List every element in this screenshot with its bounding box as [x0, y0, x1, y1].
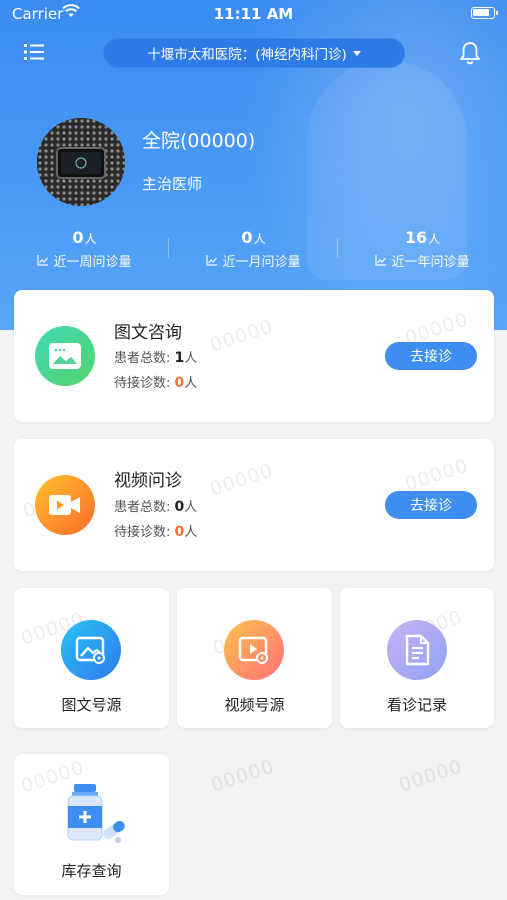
watermark: 00000 [207, 315, 277, 357]
video-source-icon [224, 620, 284, 680]
service-title: 图文咨询 [114, 323, 182, 343]
trend-icon [375, 255, 387, 266]
total-unit: 人 [184, 351, 198, 366]
stat-value: 0 [241, 228, 253, 247]
stat-unit: 人 [253, 232, 266, 246]
battery-icon [471, 7, 498, 19]
stat-month: 0人 近一月问诊量 [169, 228, 338, 270]
stat-week: 0人 近一周问诊量 [0, 228, 169, 270]
menu-icon[interactable] [24, 42, 46, 62]
doctor-name: 全院(00000) [142, 130, 256, 152]
pending-label: 待接诊数: [114, 525, 175, 540]
tile-inventory[interactable]: 00000 库存查询 [14, 754, 169, 895]
service-title: 视频问诊 [114, 471, 182, 491]
tile-label: 视频号源 [224, 696, 285, 714]
pending-value: 0 [174, 375, 185, 391]
stat-year: 16人 近一年问诊量 [338, 228, 507, 270]
patient-total: 患者总数: 0人 [114, 496, 197, 515]
pending-label: 待接诊数: [114, 376, 175, 391]
accept-button[interactable]: 去接诊 [385, 342, 477, 370]
watermark: 00000 [207, 459, 277, 501]
trend-icon [37, 255, 49, 266]
accept-button[interactable]: 去接诊 [385, 491, 477, 519]
clock: 11:11 AM [213, 5, 294, 23]
avatar[interactable] [37, 118, 125, 206]
video-call-icon [35, 475, 95, 535]
service-card-image-consult[interactable]: 00000 00000 图文咨询 患者总数: 1人 待接诊数: 0人 去接诊 [14, 290, 494, 422]
record-icon [387, 620, 447, 680]
total-label: 患者总数: [114, 500, 175, 515]
pending-unit: 人 [184, 376, 198, 391]
doctor-title: 主治医师 [142, 175, 203, 193]
image-source-icon [61, 620, 121, 680]
total-unit: 人 [184, 500, 198, 515]
pending-unit: 人 [184, 525, 198, 540]
avatar-image [37, 118, 125, 206]
total-value: 0 [174, 499, 185, 515]
bell-icon[interactable] [457, 40, 483, 66]
pending-count: 待接诊数: 0人 [114, 372, 197, 391]
pending-count: 待接诊数: 0人 [114, 521, 197, 540]
stat-value: 16 [404, 228, 428, 247]
tile-label: 库存查询 [61, 862, 122, 880]
chevron-down-icon [352, 50, 361, 56]
tile-records[interactable]: 00000 看诊记录 [340, 588, 494, 728]
total-label: 患者总数: [114, 351, 175, 366]
trend-icon [206, 255, 218, 266]
total-value: 1 [174, 350, 185, 366]
stat-label: 近一月问诊量 [222, 255, 301, 270]
stat-value: 0 [72, 228, 84, 247]
tile-video-source[interactable]: 00000 视频号源 [177, 588, 332, 728]
medicine-bottle-icon [62, 780, 126, 844]
tile-image-source[interactable]: 00000 图文号源 [14, 588, 169, 728]
stat-label: 近一年问诊量 [391, 255, 470, 270]
tile-label: 图文号源 [61, 696, 122, 714]
hospital-selector[interactable]: 十堰市太和医院：(神经内科门诊) [103, 38, 405, 68]
hospital-label: 十堰市太和医院：(神经内科门诊) [147, 47, 347, 63]
stat-unit: 人 [428, 232, 441, 246]
image-chat-icon [35, 326, 95, 386]
tile-label: 看诊记录 [386, 696, 447, 714]
patient-total: 患者总数: 1人 [114, 347, 197, 366]
service-card-video-consult[interactable]: 00000 00000 00000 视频问诊 患者总数: 0人 待接诊数: 0人… [14, 439, 494, 571]
stat-unit: 人 [84, 232, 97, 246]
status-bar: Carrier 11:11 AM [0, 0, 507, 28]
watermark: 00000 [402, 454, 472, 496]
pending-value: 0 [174, 524, 185, 540]
stat-label: 近一周问诊量 [53, 255, 132, 270]
